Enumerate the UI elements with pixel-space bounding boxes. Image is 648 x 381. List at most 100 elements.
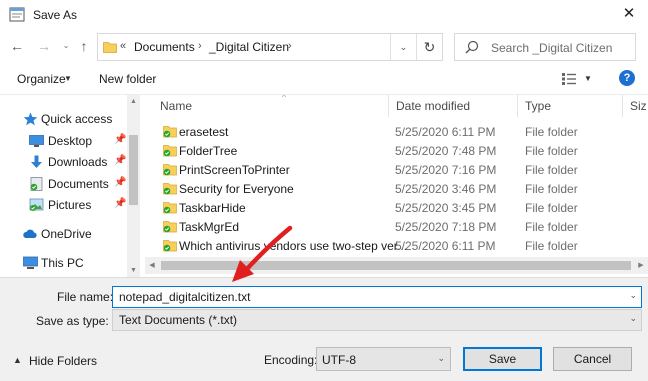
folder-synced-icon [163, 126, 177, 138]
breadcrumb-separator-icon[interactable]: › [288, 40, 292, 52]
chevron-down-icon[interactable]: ⌄ [437, 353, 445, 364]
file-date: 5/25/2020 7:48 PM [395, 144, 497, 158]
file-list: Name ^ Date modified Type Siz erasetest … [145, 95, 648, 278]
file-date: 5/25/2020 6:11 PM [395, 239, 496, 253]
address-dropdown-icon[interactable]: ⌄ [390, 34, 416, 60]
file-date: 5/25/2020 7:16 PM [395, 163, 497, 177]
cloud-icon [23, 229, 37, 238]
refresh-icon[interactable]: ↻ [416, 34, 442, 60]
breadcrumb-documents[interactable]: Documents [134, 40, 195, 54]
column-divider[interactable] [517, 95, 518, 117]
sidebar-item-documents[interactable]: Documents 📌 [0, 174, 128, 194]
breadcrumb-digital-citizen[interactable]: _Digital Citizen [209, 40, 289, 54]
address-overflow-icon[interactable]: « [120, 40, 126, 52]
column-divider[interactable] [388, 95, 389, 117]
sidebar-item-label: Pictures [48, 198, 92, 212]
column-header-type[interactable]: Type [525, 95, 551, 117]
sidebar-item-desktop[interactable]: Desktop 📌 [0, 131, 128, 151]
file-row[interactable]: TaskbarHide 5/25/2020 3:45 PM File folde… [145, 198, 648, 217]
file-row[interactable]: Security for Everyone 5/25/2020 3:46 PM … [145, 179, 648, 198]
column-header-date-modified[interactable]: Date modified [396, 95, 470, 117]
folder-synced-icon [163, 202, 177, 214]
recent-locations-chevron-icon[interactable]: ⌄ [58, 38, 74, 54]
file-row[interactable]: erasetest 5/25/2020 6:11 PM File folder [145, 122, 648, 141]
scroll-up-icon[interactable]: ▲ [127, 95, 140, 109]
save-as-type-label: Save as type: [36, 314, 109, 328]
folder-synced-icon [163, 221, 177, 233]
sidebar-item-this-pc[interactable]: This PC [0, 253, 128, 273]
address-bar[interactable]: « Documents › _Digital Citizen › ⌄ ↻ [97, 33, 443, 61]
file-row[interactable]: TaskMgrEd 5/25/2020 7:18 PM File folder [145, 217, 648, 236]
folder-synced-icon [163, 183, 177, 195]
star-icon [23, 112, 38, 126]
navigation-bar: ← → ⌄ ↑ « Documents › _Digital Citizen ›… [0, 30, 648, 64]
sidebar-item-label: This PC [41, 256, 84, 270]
scroll-left-icon[interactable]: ◀ [145, 257, 159, 274]
cancel-button[interactable]: Cancel [553, 347, 632, 371]
save-button[interactable]: Save [463, 347, 542, 371]
sidebar-item-label: Downloads [48, 155, 108, 169]
column-header-name[interactable]: Name ^ [160, 95, 286, 117]
file-date: 5/25/2020 6:11 PM [395, 125, 496, 139]
file-type: File folder [525, 144, 578, 158]
new-folder-button[interactable]: New folder [99, 72, 156, 86]
file-date: 5/25/2020 7:18 PM [395, 220, 497, 234]
folder-icon [103, 42, 117, 53]
search-placeholder: Search _Digital Citizen [491, 41, 613, 55]
close-icon[interactable]: ✕ [614, 1, 644, 27]
encoding-label: Encoding: [264, 353, 318, 367]
sidebar-item-quick-access[interactable]: Quick access [0, 109, 128, 129]
annotation-arrow-icon [232, 225, 293, 282]
pictures-icon [29, 198, 44, 211]
breadcrumb-separator-icon[interactable]: › [198, 40, 202, 52]
view-options-icon[interactable] [562, 73, 576, 85]
up-arrow-icon[interactable]: ↑ [76, 38, 92, 54]
sidebar-item-pictures[interactable]: Pictures 📌 [0, 195, 128, 215]
save-form: File name: notepad_digitalcitizen.txt ⌄ … [0, 277, 648, 381]
forward-arrow-icon[interactable]: → [36, 38, 52, 54]
file-type: File folder [525, 201, 578, 215]
pin-icon[interactable]: 📌 [114, 155, 126, 166]
horizontal-scrollbar[interactable]: ◀ ▶ [145, 257, 648, 274]
computer-icon [23, 256, 38, 269]
back-arrow-icon[interactable]: ← [9, 38, 25, 54]
save-as-type-value: Text Documents (*.txt) [119, 313, 238, 327]
organize-button[interactable]: Organize [17, 72, 66, 86]
encoding-select[interactable]: UTF-8 ⌄ [316, 347, 451, 371]
view-dropdown-icon[interactable]: ▼ [584, 74, 592, 83]
file-type: File folder [525, 125, 578, 139]
sidebar-item-downloads[interactable]: Downloads 📌 [0, 152, 128, 172]
column-header-size[interactable]: Siz [630, 95, 647, 117]
column-divider[interactable] [622, 95, 623, 117]
file-row[interactable]: FolderTree 5/25/2020 7:48 PM File folder [145, 141, 648, 160]
navigation-scrollbar[interactable]: ▲ ▼ [127, 95, 140, 278]
sidebar-item-label: Quick access [41, 112, 113, 126]
save-as-type-select[interactable]: Text Documents (*.txt) ⌄ [112, 309, 642, 331]
pin-icon[interactable]: 📌 [114, 177, 126, 188]
command-toolbar: Organize ▼ New folder ▼ ? [0, 64, 648, 94]
scroll-right-icon[interactable]: ▶ [634, 257, 648, 274]
file-type: File folder [525, 220, 578, 234]
window-title: Save As [33, 8, 78, 22]
help-icon[interactable]: ? [619, 70, 635, 86]
pin-icon[interactable]: 📌 [114, 198, 126, 209]
sidebar-item-onedrive[interactable]: OneDrive [0, 224, 128, 244]
chevron-down-icon[interactable]: ⌄ [629, 290, 637, 301]
scroll-down-icon[interactable]: ▼ [127, 264, 140, 278]
file-name-label: File name: [57, 290, 114, 304]
chevron-down-icon[interactable]: ⌄ [629, 313, 637, 324]
pin-icon[interactable]: 📌 [114, 134, 126, 145]
sidebar-item-label: Documents [48, 177, 109, 191]
scrollbar-thumb[interactable] [129, 135, 138, 205]
search-input[interactable]: Search _Digital Citizen [454, 33, 636, 61]
sidebar-item-label: OneDrive [41, 227, 92, 241]
file-row[interactable]: PrintScreenToPrinter 5/25/2020 7:16 PM F… [145, 160, 648, 179]
file-type: File folder [525, 182, 578, 196]
folder-synced-icon [163, 145, 177, 157]
file-type: File folder [525, 163, 578, 177]
file-row[interactable]: Which antivirus vendors use two-step ver… [145, 236, 648, 255]
organize-dropdown-icon[interactable]: ▼ [64, 74, 72, 83]
file-name-field[interactable]: notepad_digitalcitizen.txt ⌄ [112, 286, 642, 308]
hide-folders-label: Hide Folders [29, 354, 98, 368]
file-type: File folder [525, 239, 578, 253]
